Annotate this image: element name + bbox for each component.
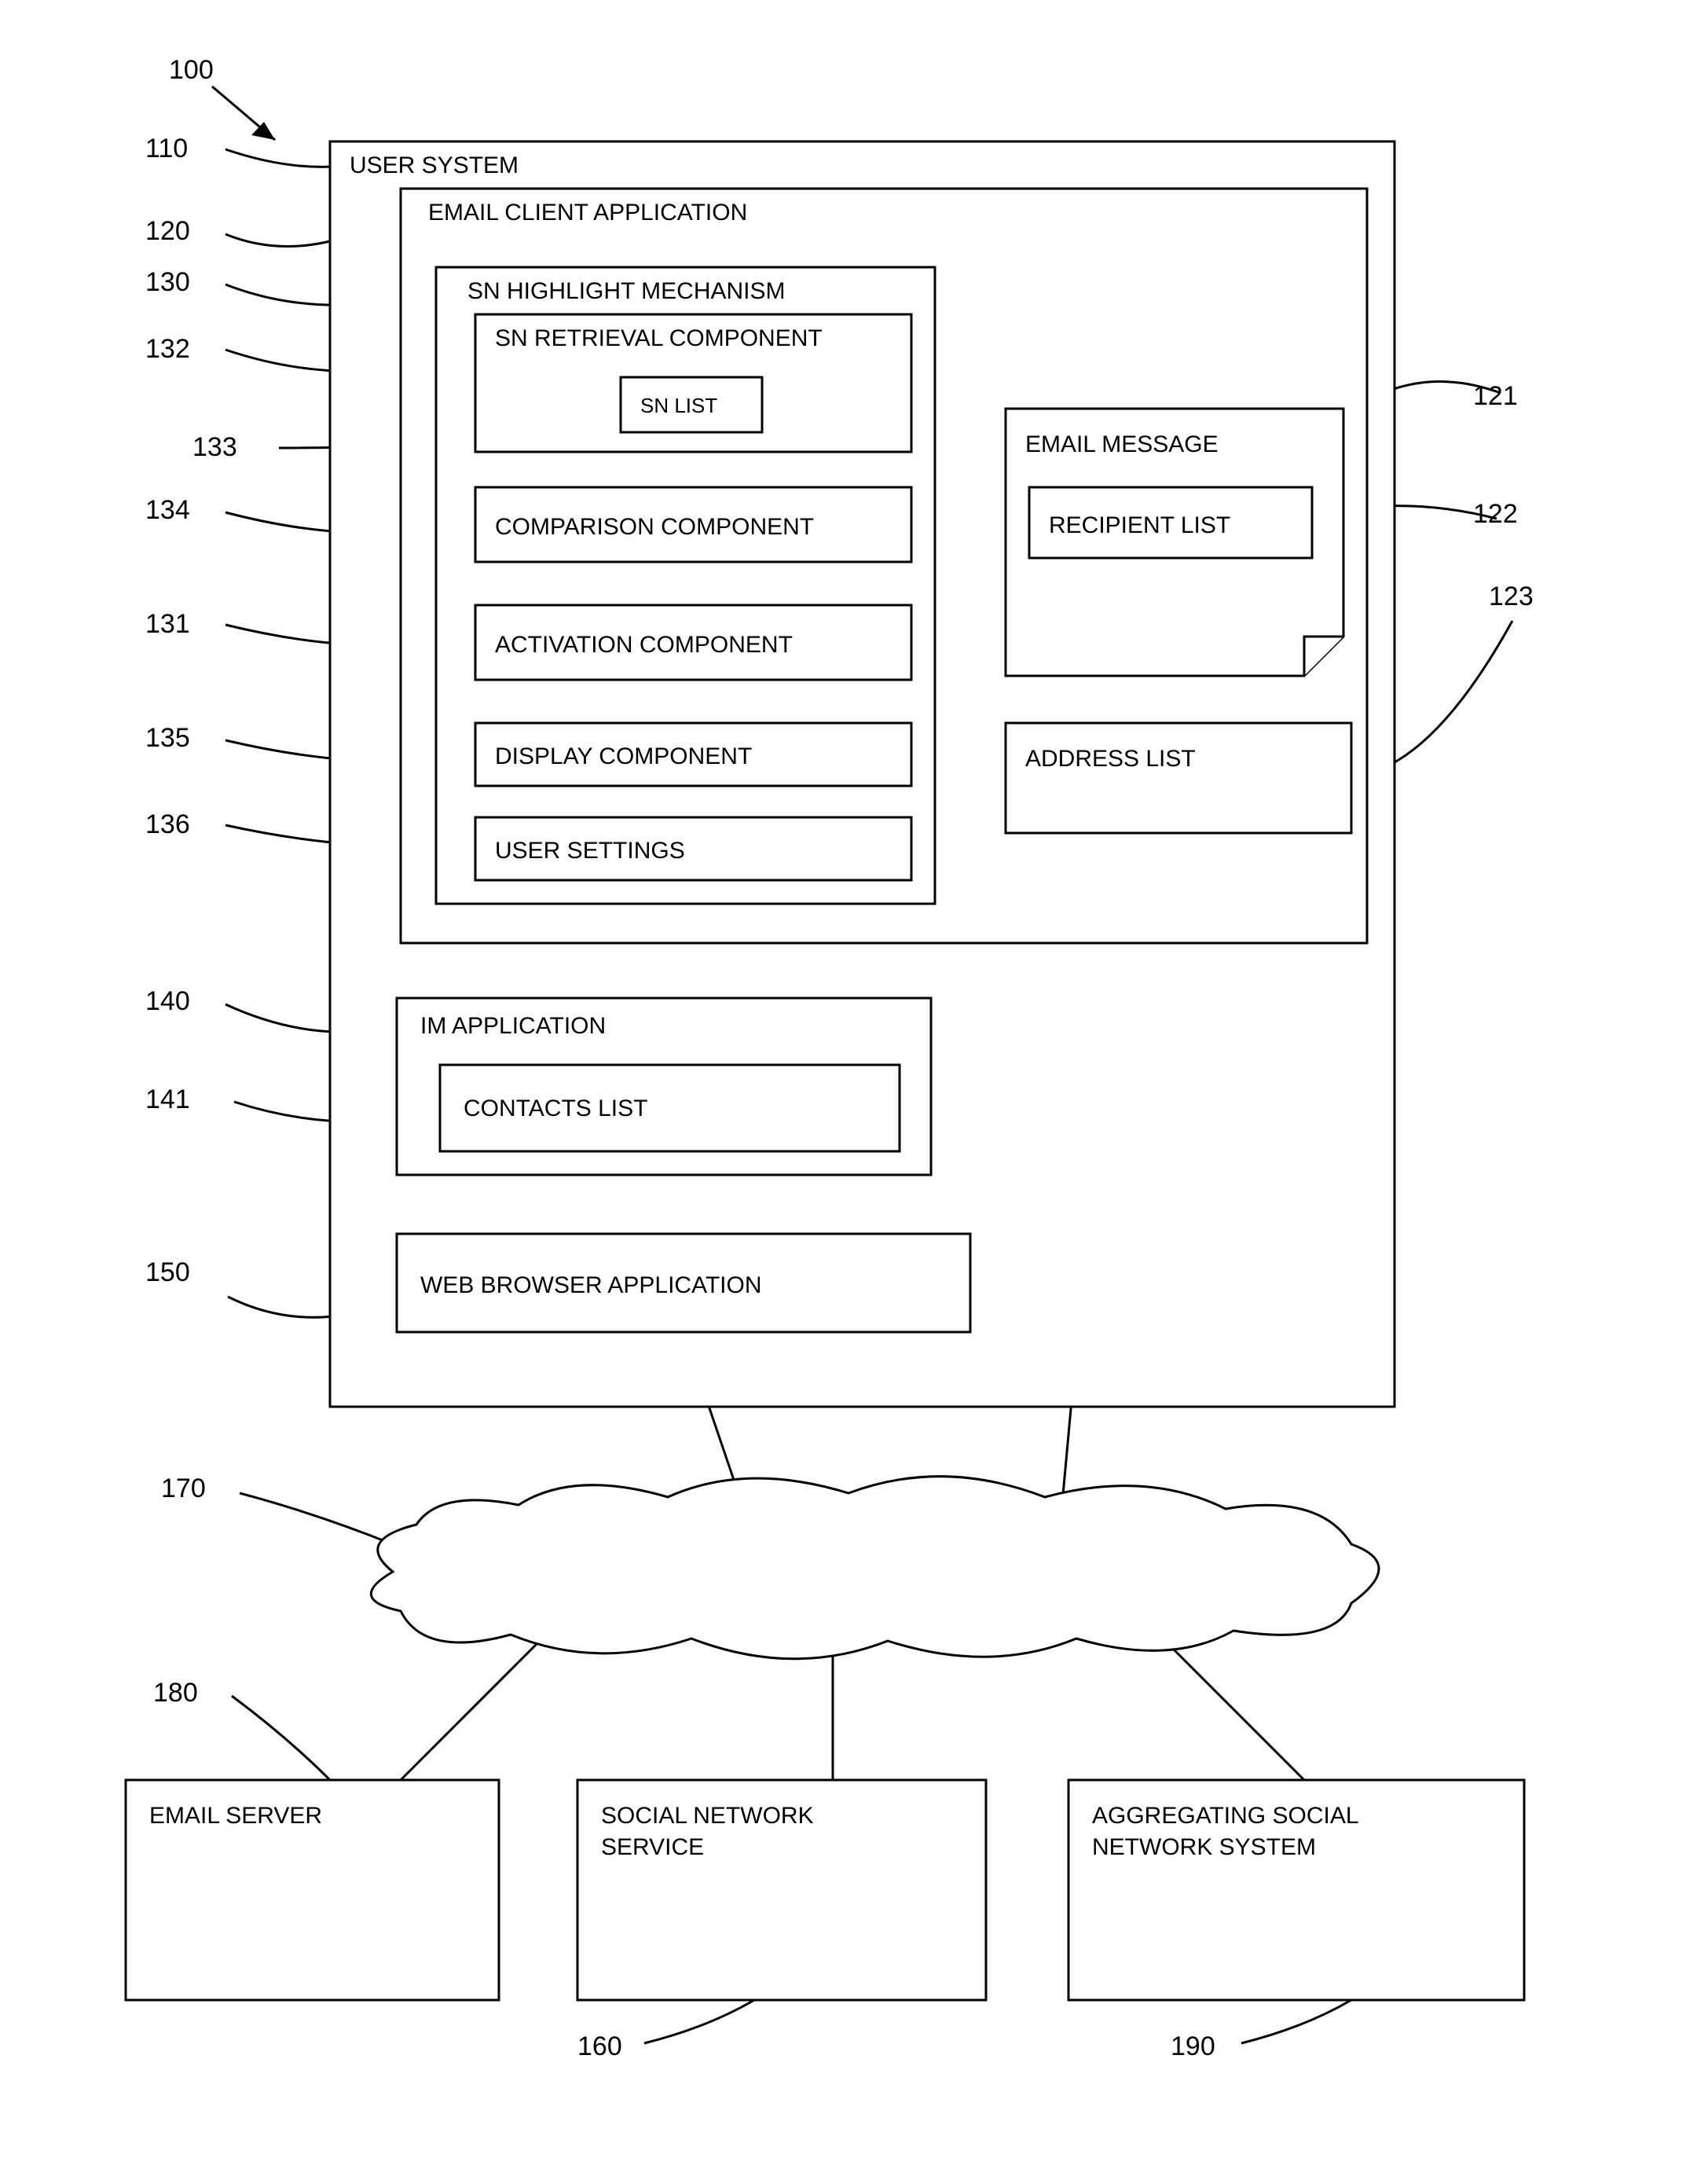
ref-131: 131	[145, 609, 190, 639]
aggregating-label-1: AGGREGATING SOCIAL	[1092, 1803, 1359, 1829]
ref-120: 120	[145, 216, 190, 246]
display-label: DISPLAY COMPONENT	[495, 743, 752, 769]
social-network-service-label-2: SERVICE	[601, 1834, 704, 1860]
ref-133: 133	[192, 432, 237, 462]
aggregating-label-2: NETWORK SYSTEM	[1092, 1834, 1316, 1860]
sn-retrieval-label: SN RETRIEVAL COMPONENT	[495, 325, 823, 351]
system-diagram: USER SYSTEM EMAIL CLIENT APPLICATION SN …	[0, 0, 1708, 2180]
ref-121: 121	[1473, 381, 1518, 411]
sn-list-label: SN LIST	[640, 394, 717, 417]
ref-134: 134	[145, 495, 190, 525]
activation-label: ACTIVATION COMPONENT	[495, 632, 793, 658]
ref-180: 180	[153, 1678, 198, 1708]
ref-150: 150	[145, 1257, 190, 1287]
ref-110: 110	[145, 134, 188, 163]
ref-170: 170	[161, 1474, 206, 1503]
ref-190: 190	[1171, 2031, 1215, 2061]
contacts-list-label: CONTACTS LIST	[464, 1096, 647, 1121]
user-settings-label: USER SETTINGS	[495, 838, 685, 864]
ref-130: 130	[145, 267, 190, 297]
ref-100: 100	[169, 55, 214, 85]
ref-136: 136	[145, 809, 190, 839]
address-list-box	[1006, 723, 1351, 833]
cloud-icon	[371, 1477, 1379, 1659]
ref-123: 123	[1489, 582, 1534, 611]
ref-135: 135	[145, 723, 190, 753]
email-client-label: EMAIL CLIENT APPLICATION	[428, 200, 747, 226]
address-list-label: ADDRESS LIST	[1025, 746, 1196, 772]
user-system-label: USER SYSTEM	[350, 152, 519, 178]
social-network-service-label-1: SOCIAL NETWORK	[601, 1803, 814, 1829]
im-app-label: IM APPLICATION	[420, 1013, 606, 1039]
ref-141: 141	[145, 1084, 190, 1114]
email-server-label: EMAIL SERVER	[149, 1803, 322, 1829]
sn-highlight-label: SN HIGHLIGHT MECHANISM	[467, 278, 786, 304]
ref-160: 160	[577, 2031, 622, 2061]
ref-140: 140	[145, 986, 190, 1016]
email-message-label: EMAIL MESSAGE	[1025, 431, 1219, 457]
ref-132: 132	[145, 334, 190, 364]
recipient-list-label: RECIPIENT LIST	[1049, 512, 1230, 538]
web-browser-label: WEB BROWSER APPLICATION	[420, 1272, 762, 1298]
ref-122: 122	[1473, 499, 1518, 529]
comparison-label: COMPARISON COMPONENT	[495, 514, 814, 540]
